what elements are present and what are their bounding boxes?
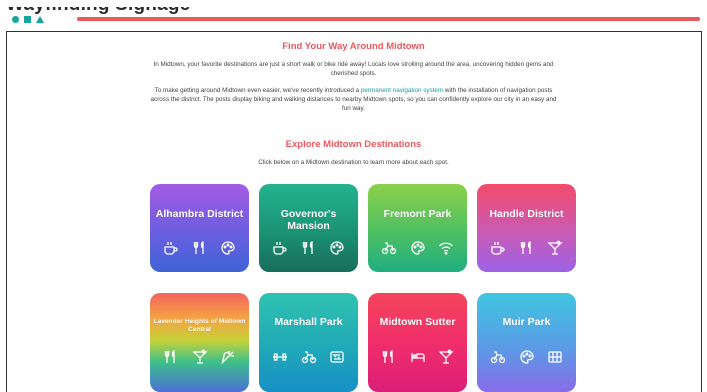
card-icons [368, 240, 467, 256]
card-icons [477, 240, 576, 256]
intro-heading: Find Your Way Around Midtown [282, 41, 425, 52]
palette-icon [221, 241, 235, 255]
card-title: Midtown Sutter [379, 316, 456, 328]
bike-icon [381, 242, 396, 255]
card-alhambra-district[interactable]: Alhambra District [150, 184, 249, 272]
bike-icon [490, 351, 505, 364]
parking-icon [330, 351, 344, 363]
palette-icon [330, 241, 344, 255]
intro-paragraph-2: To make getting around Midtown even easi… [150, 86, 557, 113]
card-lavender-heights[interactable]: Lavender Heights of Midtown Central [150, 293, 249, 392]
triangle-shape-icon [36, 15, 44, 23]
cocktail-icon [438, 349, 454, 364]
card-icons [368, 349, 467, 365]
card-title: Handle District [489, 208, 564, 220]
cocktail-icon [547, 240, 563, 255]
card-title: Governor's Mansion [280, 208, 337, 232]
card-marshall-park[interactable]: Marshall Park [259, 293, 358, 392]
coffee-icon [491, 242, 505, 255]
explore-subtitle: Click below on a Midtown destination to … [258, 159, 449, 166]
dining-icon [164, 349, 175, 363]
card-icons [259, 349, 358, 365]
bike-icon [301, 351, 316, 364]
dining-icon [302, 240, 313, 254]
dumbbell-icon [272, 353, 287, 361]
para2-text-a: To make getting around Midtown even easi… [154, 87, 361, 94]
card-icons [150, 240, 249, 256]
grid-icon [548, 351, 562, 363]
header-mask [0, 0, 707, 7]
header-divider [77, 17, 700, 21]
card-midtown-sutter[interactable]: Midtown Sutter [368, 293, 467, 392]
wifi-icon [439, 242, 454, 255]
card-title: Lavender Heights of Midtown Central [153, 318, 246, 333]
intro-paragraph-1: In Midtown, your favorite destinations a… [153, 61, 554, 77]
card-handle-district[interactable]: Handle District [477, 184, 576, 272]
brand-shapes [12, 14, 44, 24]
square-shape-icon [24, 15, 31, 23]
card-governors-mansion[interactable]: Governor's Mansion [259, 184, 358, 272]
bed-icon [410, 353, 425, 362]
card-title: Muir Park [502, 316, 551, 328]
card-fremont-park[interactable]: Fremont Park [368, 184, 467, 272]
dining-icon [193, 240, 204, 254]
coffee-icon [273, 242, 287, 255]
dining-icon [382, 349, 393, 363]
circle-shape-icon [12, 15, 19, 23]
card-icons [150, 349, 249, 365]
card-title: Marshall Park [274, 316, 343, 328]
card-icons [477, 349, 576, 365]
card-muir-park[interactable]: Muir Park [477, 293, 576, 392]
cocktail-icon [191, 349, 208, 364]
palette-icon [519, 350, 534, 364]
palette-icon [410, 241, 425, 255]
card-title: Alhambra District [155, 208, 244, 220]
explore-heading: Explore Midtown Destinations [285, 139, 422, 150]
navigation-system-link[interactable]: permanent navigation system [361, 87, 443, 94]
dining-icon [520, 240, 531, 254]
page-header: Wayfinding Signage [0, 0, 707, 32]
carrot-icon [221, 351, 235, 365]
card-title: Fremont Park [383, 208, 452, 220]
card-icons [259, 240, 358, 256]
coffee-icon [164, 242, 178, 255]
